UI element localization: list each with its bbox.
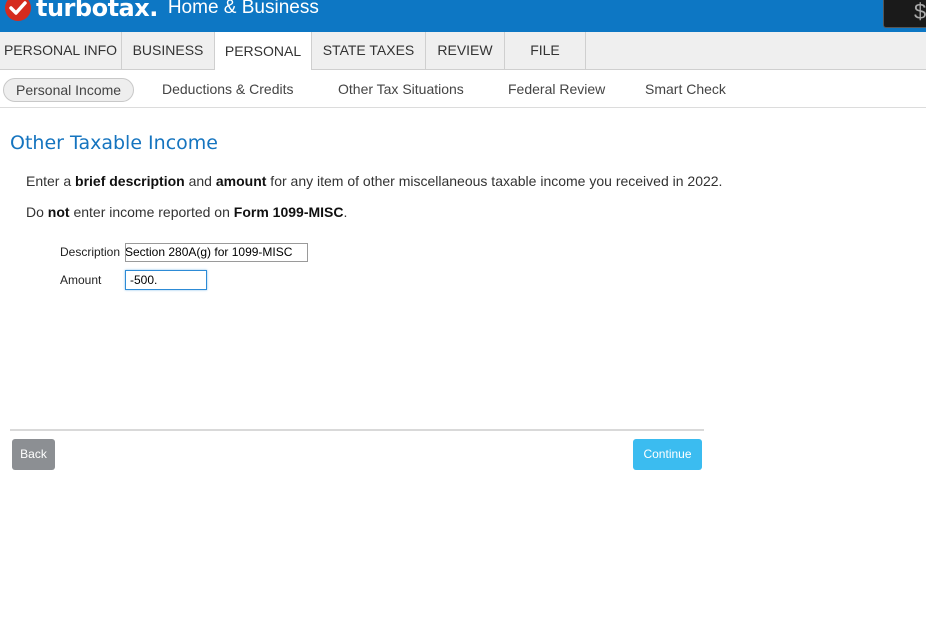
warning-text-part: Do: [26, 204, 48, 220]
amount-input[interactable]: -500.: [125, 270, 207, 290]
warning-text-part: .: [343, 204, 348, 220]
warning-bold-not: not: [47, 204, 70, 220]
subtab-federal-review[interactable]: Federal Review: [508, 78, 605, 100]
refund-meter[interactable]: $: [883, 0, 926, 28]
intro-text-part: for any item of other miscellaneous taxa…: [266, 173, 723, 189]
tab-review[interactable]: REVIEW: [426, 32, 505, 69]
intro-text-part: Enter a: [26, 173, 76, 189]
continue-button[interactable]: Continue: [633, 439, 702, 470]
top-brand-bar: turbotax. Home & Business $: [0, 0, 926, 32]
tab-file[interactable]: FILE: [505, 32, 586, 69]
back-button[interactable]: Back: [12, 439, 55, 470]
checkmark-logo-icon: [5, 0, 31, 21]
subtab-deductions-credits[interactable]: Deductions & Credits: [162, 78, 294, 100]
subtab-personal-income[interactable]: Personal Income: [3, 78, 135, 102]
intro-bold-description: brief description: [75, 173, 185, 189]
tab-state-taxes[interactable]: STATE TAXES: [312, 32, 426, 69]
warning-text: Do not enter income reported on Form 109…: [26, 204, 347, 220]
page-title: Other Taxable Income: [10, 132, 218, 154]
primary-nav: PERSONAL INFO BUSINESS PERSONAL STATE TA…: [0, 32, 926, 70]
subtab-smart-check[interactable]: Smart Check: [645, 78, 726, 100]
warning-text-part: enter income reported on: [69, 204, 234, 220]
footer-divider: [10, 429, 704, 431]
intro-text-part: and: [184, 173, 216, 189]
secondary-nav: Personal Income Deductions & Credits Oth…: [0, 70, 926, 108]
description-label: Description: [60, 245, 121, 259]
tab-personal[interactable]: PERSONAL: [214, 32, 312, 70]
brand-logo[interactable]: turbotax. Home & Business: [4, 0, 319, 24]
amount-label: Amount: [60, 273, 102, 287]
dollar-sign: $: [914, 0, 926, 24]
warning-bold-form: Form 1099-MISC: [233, 204, 344, 220]
description-input[interactable]: Section 280A(g) for 1099-MISC: [125, 243, 308, 262]
tab-personal-info[interactable]: PERSONAL INFO: [0, 32, 122, 69]
intro-bold-amount: amount: [215, 173, 267, 189]
brand-edition: Home & Business: [167, 0, 319, 18]
tab-business[interactable]: BUSINESS: [122, 32, 215, 69]
subtab-other-tax-situations[interactable]: Other Tax Situations: [338, 78, 464, 100]
brand-name: turbotax.: [36, 0, 158, 22]
intro-text: Enter a brief description and amount for…: [26, 173, 722, 189]
